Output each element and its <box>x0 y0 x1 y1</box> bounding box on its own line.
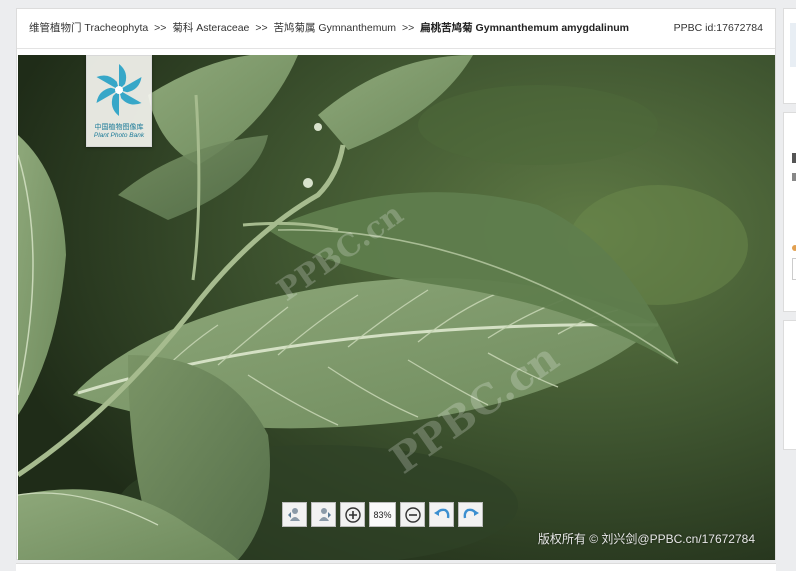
side-card-lower <box>783 320 796 450</box>
rotate-right-person-icon <box>318 507 331 521</box>
image-toolbar: 83% <box>282 502 483 528</box>
rotate-left-person-icon <box>287 507 300 521</box>
breadcrumb-separator: >> <box>154 22 167 34</box>
breadcrumb-separator: >> <box>401 22 415 34</box>
rotate-right-icon <box>463 508 479 518</box>
plant-photo[interactable]: 中国植物图像库 Plant Photo Bank PPBC.cn PPBC.cn <box>18 55 775 560</box>
zoom-level: 83% <box>369 502 396 527</box>
pinwheel-logo-icon <box>96 64 142 116</box>
breadcrumb-item-asteraceae[interactable]: 菊科 Asteraceae <box>172 22 249 34</box>
zoom-out-icon <box>404 506 421 523</box>
breadcrumb-item-tracheophyta[interactable]: 维管植物门 Tracheophyta <box>29 22 148 34</box>
breadcrumb-current-species: 扁桃苦鸠菊 Gymnanthemum amygdalinum <box>420 22 630 34</box>
rotate-left-icon <box>433 508 449 518</box>
side-dot <box>792 245 796 251</box>
side-card-top <box>783 8 796 104</box>
breadcrumb-item-gymnanthemum[interactable]: 苦鸠菊属 Gymnanthemum <box>274 22 397 34</box>
logo-name-en: Plant Photo Bank <box>93 132 145 139</box>
logo-name-cn: 中国植物图像库 <box>94 124 144 131</box>
rotate-right-person-button[interactable] <box>311 502 336 527</box>
side-text-fragment <box>792 153 796 163</box>
copyright-text: 版权所有 © 刘兴剑@PPBC.cn/17672784 <box>537 532 755 546</box>
header-bar: 维管植物门 Tracheophyta >> 菊科 Asteraceae >> 苦… <box>17 9 775 49</box>
side-card-info <box>783 112 796 312</box>
breadcrumb: 维管植物门 Tracheophyta >> 菊科 Asteraceae >> 苦… <box>29 9 629 47</box>
ppbc-id-label: PPBC id:17672784 <box>673 22 763 34</box>
rotate-left-person-button[interactable] <box>282 502 307 527</box>
side-input-fragment[interactable] <box>792 258 796 280</box>
photo-panel: 维管植物门 Tracheophyta >> 菊科 Asteraceae >> 苦… <box>16 8 776 560</box>
rotate-left-button[interactable] <box>429 502 454 527</box>
zoom-in-button[interactable] <box>340 502 365 527</box>
zoom-out-button[interactable] <box>400 502 425 527</box>
rotate-right-button[interactable] <box>458 502 483 527</box>
breadcrumb-separator: >> <box>255 22 268 34</box>
zoom-in-icon <box>344 506 361 523</box>
side-thumbnail <box>790 23 796 67</box>
plant-photo-bank-logo: 中国植物图像库 Plant Photo Bank <box>86 55 152 147</box>
side-text-fragment <box>792 173 796 181</box>
